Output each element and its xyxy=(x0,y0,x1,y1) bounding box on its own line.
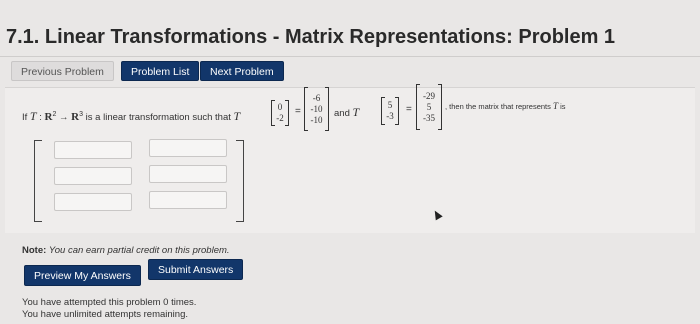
matrix-entry: -2 xyxy=(276,113,284,123)
is-label: is xyxy=(560,102,566,111)
page-title: 7.1. Linear Transformations - Matrix Rep… xyxy=(6,26,616,48)
matrix-entry: -10 xyxy=(310,103,323,114)
closing-text: , then the matrix that represents T is xyxy=(445,101,566,111)
matrix-entry: -29 xyxy=(423,90,435,101)
matrix-entry: -10 xyxy=(310,114,323,125)
problem-list-button[interactable]: Problem List xyxy=(121,61,200,81)
codomain-exponent: 3 xyxy=(79,110,84,118)
answer-input-r2c1[interactable] xyxy=(54,167,132,185)
equals-sign-2: = xyxy=(406,104,412,115)
answer-input-r2c2[interactable] xyxy=(149,165,227,183)
domain-exponent: 2 xyxy=(52,110,57,118)
note-text: You can earn partial credit on this prob… xyxy=(48,245,230,256)
codomain-symbol: R xyxy=(71,111,80,123)
input-vector-1: 0 -2 xyxy=(271,100,289,126)
matrix-entry: 0 xyxy=(277,102,283,112)
answer-bracket-right xyxy=(236,140,244,222)
matrix-entry: -35 xyxy=(423,112,435,123)
problem-statement: If T : R2 → R3 is a linear transformatio… xyxy=(22,109,241,123)
if-label: If xyxy=(22,112,28,123)
matrix-entry: -3 xyxy=(386,111,394,121)
note-label: Note: xyxy=(22,245,47,256)
matrix-entry: 5 xyxy=(387,100,393,110)
preview-answers-button[interactable]: Preview My Answers xyxy=(24,265,141,286)
input-vector-2: 5 -3 xyxy=(381,97,399,125)
t-symbol-2: T xyxy=(233,109,241,123)
answer-input-r1c2[interactable] xyxy=(149,139,227,157)
partial-credit-note: Note: You can earn partial credit on thi… xyxy=(22,245,230,256)
matrix-entry: 5 xyxy=(426,101,432,112)
arrow: → xyxy=(59,112,69,123)
previous-problem-button[interactable]: Previous Problem xyxy=(11,61,114,81)
matrix-entry: -6 xyxy=(312,92,321,103)
output-vector-2: -29 5 -35 xyxy=(416,84,442,130)
attempts-status: You have attempted this problem 0 times. xyxy=(22,297,197,308)
and-text: and T xyxy=(334,105,359,120)
closing-statement: , then the matrix that represents xyxy=(445,102,551,111)
t-symbol: T xyxy=(29,109,37,123)
next-problem-button[interactable]: Next Problem xyxy=(200,61,284,81)
answer-input-r3c2[interactable] xyxy=(149,191,227,209)
answer-bracket-left xyxy=(34,140,42,222)
equals-sign: = xyxy=(295,106,301,117)
statement-text: is a linear transformation such that xyxy=(85,112,231,123)
answer-input-r1c1[interactable] xyxy=(54,141,132,159)
title-divider xyxy=(0,56,700,57)
output-vector-1: -6 -10 -10 xyxy=(304,87,329,131)
answer-input-r3c1[interactable] xyxy=(54,193,132,211)
t-symbol-4: T xyxy=(552,101,558,111)
and-label: and xyxy=(334,108,350,119)
submit-answers-button[interactable]: Submit Answers xyxy=(148,259,244,280)
remaining-attempts-status: You have unlimited attempts remaining. xyxy=(22,309,188,320)
t-symbol-3: T xyxy=(352,105,360,119)
